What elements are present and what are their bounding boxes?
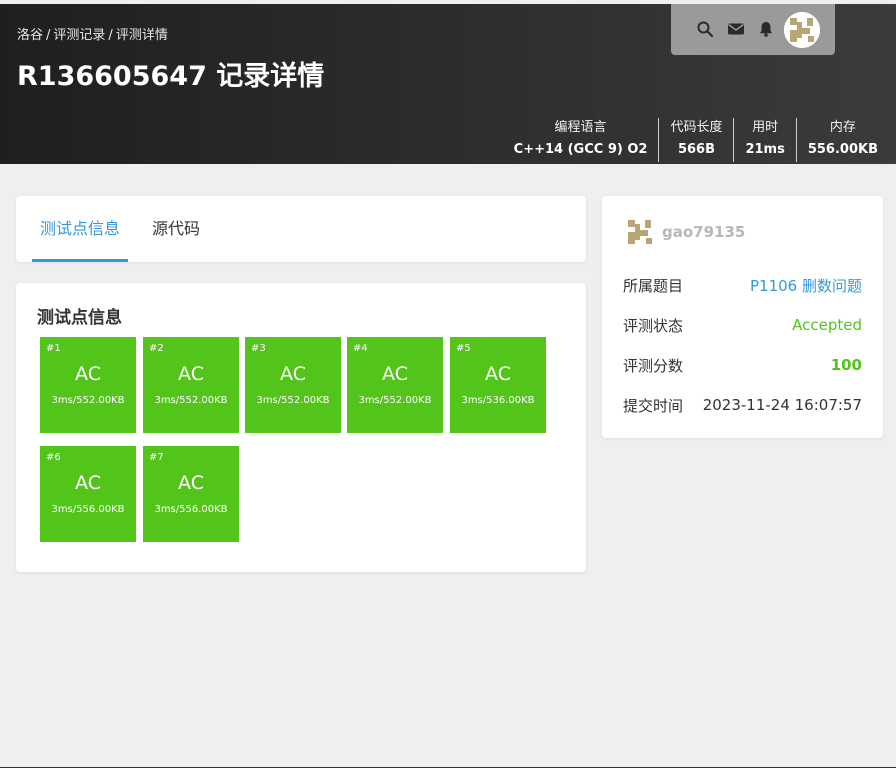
test-case-status: AC: [75, 472, 101, 494]
test-case[interactable]: #6 AC 3ms/556.00KB: [40, 446, 136, 542]
user-avatar[interactable]: [784, 12, 820, 48]
breadcrumb: 洛谷 / 评测记录 / 评测详情: [17, 24, 168, 43]
test-case-status: AC: [280, 363, 306, 385]
record-stats: 编程语言 C++14 (GCC 9) O2 代码长度 566B 用时 21ms …: [503, 118, 878, 162]
info-row-submit-time: 提交时间 2023-11-24 16:07:57: [623, 393, 862, 417]
test-case-info: 3ms/552.00KB: [358, 395, 432, 406]
stat-value: C++14 (GCC 9) O2: [513, 142, 648, 157]
tab-test-info[interactable]: 测试点信息: [32, 196, 129, 262]
test-case-status: AC: [178, 363, 204, 385]
info-key: 评测分数: [623, 356, 684, 375]
problem-link[interactable]: P1106 删数问题: [750, 275, 862, 296]
submitter: gao79135: [624, 216, 745, 248]
info-key: 所属题目: [623, 276, 684, 295]
test-case[interactable]: #1 AC 3ms/552.00KB: [40, 337, 136, 433]
mail-icon[interactable]: [727, 20, 745, 38]
test-case-number: #4: [353, 343, 368, 354]
score-value: 100: [830, 356, 862, 374]
stat-label: 内存: [829, 120, 856, 135]
stat-memory: 内存 556.00KB: [795, 118, 878, 162]
test-case-number: #5: [456, 343, 471, 354]
stat-label: 代码长度: [670, 120, 723, 135]
test-case-number: #7: [149, 452, 164, 463]
test-case-status: AC: [382, 363, 408, 385]
info-key: 提交时间: [623, 396, 684, 415]
breadcrumb-home[interactable]: 洛谷: [17, 28, 43, 43]
test-case-status: AC: [485, 363, 511, 385]
breadcrumb-current: 评测详情: [115, 28, 168, 43]
test-case-number: #3: [251, 343, 266, 354]
test-case-number: #6: [46, 452, 61, 463]
section-title: 测试点信息: [37, 308, 122, 328]
test-case[interactable]: #5 AC 3ms/536.00KB: [450, 337, 546, 433]
test-case[interactable]: #4 AC 3ms/552.00KB: [347, 337, 443, 433]
breadcrumb-separator: /: [108, 28, 113, 43]
user-toolbar: [671, 4, 835, 55]
test-case-info: 3ms/552.00KB: [51, 395, 125, 406]
breadcrumb-records[interactable]: 评测记录: [53, 28, 105, 43]
tabs-card: 测试点信息 源代码: [16, 196, 586, 262]
test-case-number: #2: [149, 343, 164, 354]
test-case-info: 3ms/552.00KB: [154, 395, 228, 406]
stat-value: 556.00KB: [807, 142, 878, 157]
stat-code-length: 代码长度 566B: [658, 118, 733, 162]
test-case[interactable]: #3 AC 3ms/552.00KB: [245, 337, 341, 433]
test-case[interactable]: #2 AC 3ms/552.00KB: [143, 337, 239, 433]
info-key: 评测状态: [623, 316, 684, 335]
info-row-score: 评测分数 100: [623, 353, 862, 377]
stat-label: 用时: [752, 120, 779, 135]
tab-source-code[interactable]: 源代码: [144, 196, 208, 262]
test-case[interactable]: #7 AC 3ms/556.00KB: [143, 446, 239, 542]
test-case-info: 3ms/556.00KB: [51, 504, 125, 515]
test-case-status: AC: [178, 472, 204, 494]
stat-language: 编程语言 C++14 (GCC 9) O2: [503, 118, 659, 162]
test-case-info: 3ms/552.00KB: [256, 395, 330, 406]
submit-time-value: 2023-11-24 16:07:57: [702, 396, 862, 414]
search-icon[interactable]: [696, 20, 714, 38]
page-header: 洛谷 / 评测记录 / 评测详情 R136605647 记录详情 编程语言 C+…: [0, 4, 896, 164]
stat-time: 用时 21ms: [733, 118, 795, 162]
bell-icon[interactable]: [757, 20, 775, 38]
avatar-identicon: [784, 12, 820, 48]
test-case-status: AC: [75, 363, 101, 385]
stat-label: 编程语言: [554, 120, 607, 135]
page-title: R136605647 记录详情: [17, 61, 325, 92]
info-row-problem: 所属题目 P1106 删数问题: [623, 273, 862, 297]
test-case-info: 3ms/536.00KB: [461, 395, 535, 406]
breadcrumb-separator: /: [46, 28, 51, 43]
stat-value: 566B: [677, 142, 715, 157]
test-case-info: 3ms/556.00KB: [154, 504, 228, 515]
test-cases-card: 测试点信息 #1 AC 3ms/552.00KB #2 AC 3ms/552.0…: [16, 283, 586, 572]
record-info-card: gao79135 所属题目 P1106 删数问题 评测状态 Accepted 评…: [602, 196, 883, 438]
info-row-status: 评测状态 Accepted: [623, 313, 862, 337]
status-value: Accepted: [792, 316, 862, 334]
user-avatar[interactable]: [624, 216, 656, 248]
username-link[interactable]: gao79135: [662, 223, 745, 241]
test-case-number: #1: [46, 343, 61, 354]
stat-value: 21ms: [745, 142, 785, 157]
